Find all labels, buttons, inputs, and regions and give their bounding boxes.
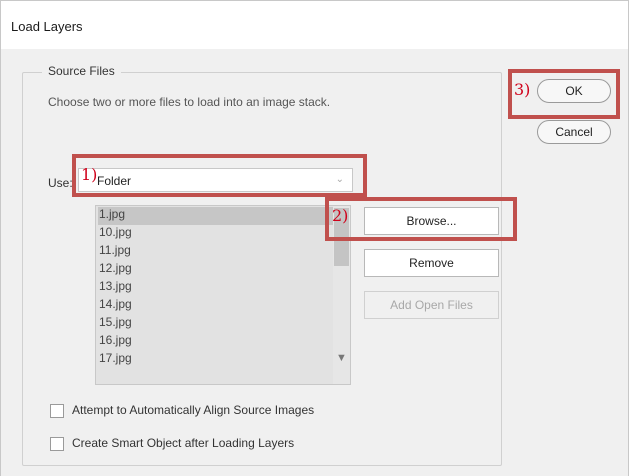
cancel-button[interactable]: Cancel	[537, 120, 611, 144]
add-open-files-button[interactable]: Add Open Files	[364, 291, 499, 319]
scroll-down-arrow-icon[interactable]: ▼	[336, 352, 347, 364]
smart-object-label: Create Smart Object after Loading Layers	[72, 436, 295, 450]
list-item[interactable]: 11.jpg	[98, 243, 335, 261]
list-item[interactable]: 10.jpg	[98, 225, 335, 243]
align-images-checkbox[interactable]	[50, 404, 64, 418]
smart-object-checkbox[interactable]	[50, 437, 64, 451]
list-item[interactable]: 13.jpg	[98, 279, 335, 297]
annotation-box-2	[325, 197, 517, 241]
dialog-titlebar: Load Layers	[0, 0, 629, 49]
list-item[interactable]: 16.jpg	[98, 333, 335, 351]
annotation-box-1	[72, 154, 367, 197]
source-files-legend: Source Files	[42, 64, 121, 78]
list-item[interactable]: 17.jpg	[98, 351, 335, 369]
source-files-description: Choose two or more files to load into an…	[48, 95, 331, 109]
list-item[interactable]: 1.jpg	[98, 207, 335, 225]
list-item[interactable]: 12.jpg	[98, 261, 335, 279]
annotation-label-2: 2)	[332, 206, 349, 225]
remove-button[interactable]: Remove	[364, 249, 499, 277]
align-images-label: Attempt to Automatically Align Source Im…	[72, 403, 315, 417]
dialog-title: Load Layers	[11, 19, 83, 34]
annotation-label-1: 1)	[81, 165, 98, 184]
list-item[interactable]: 15.jpg	[98, 315, 335, 333]
file-list[interactable]: 1.jpg 10.jpg 11.jpg 12.jpg 13.jpg 14.jpg…	[95, 205, 351, 385]
annotation-label-3: 3)	[514, 80, 531, 99]
use-label: Use:	[48, 176, 73, 190]
list-item[interactable]: 14.jpg	[98, 297, 335, 315]
